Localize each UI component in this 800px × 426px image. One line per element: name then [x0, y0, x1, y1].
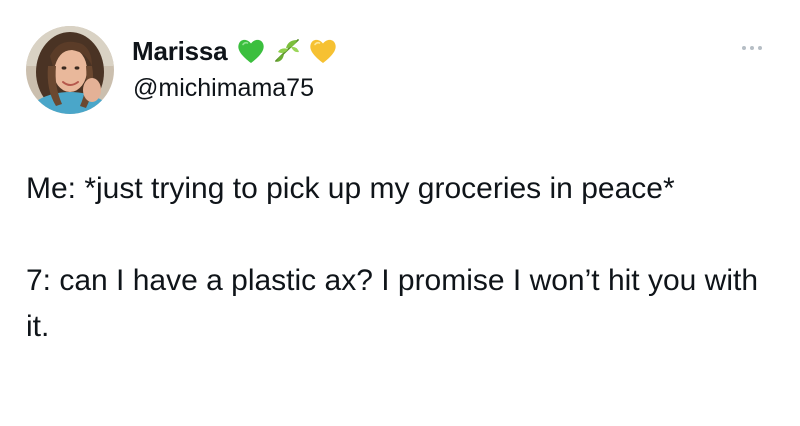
tweet-paragraph: Me: *just trying to pick up my groceries…	[26, 172, 675, 205]
avatar-image	[26, 26, 114, 114]
more-options-button[interactable]	[733, 39, 771, 57]
author-name-row: Marissa	[132, 34, 339, 68]
more-dot-icon	[758, 46, 762, 50]
yellow-heart-icon	[307, 35, 339, 67]
avatar[interactable]	[26, 26, 114, 114]
tweet: Marissa @michimama75 Me: *just trying to…	[0, 0, 800, 426]
author-handle[interactable]: @michimama75	[133, 72, 314, 104]
display-name[interactable]: Marissa	[132, 34, 228, 68]
name-emojis	[235, 35, 339, 67]
tweet-text: Me: *just trying to pick up my groceries…	[26, 166, 766, 350]
green-heart-icon	[235, 35, 267, 67]
leaves-icon	[271, 35, 303, 67]
tweet-paragraph: 7: can I have a plastic ax? I promise I …	[26, 264, 759, 343]
more-dot-icon	[750, 46, 754, 50]
more-dot-icon	[742, 46, 746, 50]
